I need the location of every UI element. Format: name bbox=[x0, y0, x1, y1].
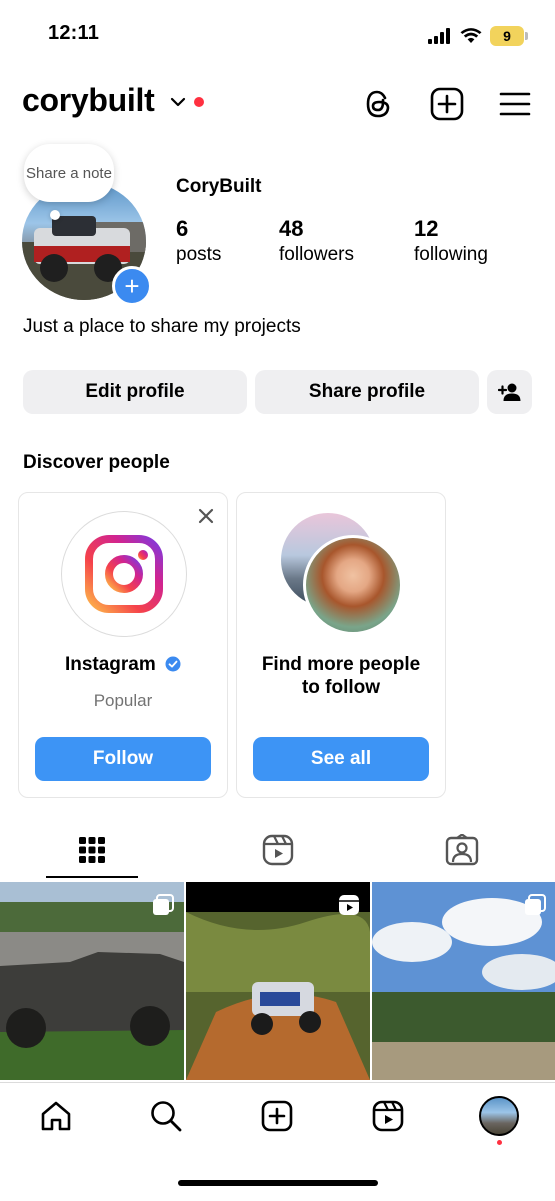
nav-profile[interactable] bbox=[479, 1096, 519, 1136]
threads-icon bbox=[363, 88, 393, 120]
display-name: CoryBuilt bbox=[176, 176, 262, 197]
edit-profile-button[interactable]: Edit profile bbox=[23, 370, 247, 414]
stat-label: followers bbox=[279, 244, 354, 265]
tab-tagged[interactable] bbox=[444, 832, 480, 868]
suggestion-card-see-all: Find more people to follow See all bbox=[236, 492, 446, 798]
plus-square-icon bbox=[430, 87, 464, 121]
verified-badge-icon bbox=[165, 656, 181, 672]
signal-icon bbox=[428, 28, 452, 44]
nav-home[interactable] bbox=[36, 1096, 76, 1136]
see-all-title: Find more people to follow bbox=[261, 654, 421, 698]
note-bubble[interactable]: Share a note bbox=[24, 144, 114, 202]
stat-label: posts bbox=[176, 244, 222, 265]
profile-bio: Just a place to share my projects bbox=[23, 316, 301, 337]
stat-label: following bbox=[414, 244, 488, 265]
discover-people-button[interactable] bbox=[487, 370, 532, 414]
stat-value: 12 bbox=[414, 216, 439, 241]
carousel-icon bbox=[152, 894, 174, 916]
nav-create[interactable] bbox=[257, 1096, 297, 1136]
suggestion-card-instagram: Instagram Popular Follow bbox=[18, 492, 228, 798]
stat-value: 48 bbox=[279, 216, 304, 241]
active-tab-indicator bbox=[46, 876, 138, 878]
hamburger-menu-icon bbox=[499, 91, 531, 117]
profile-avatar-small bbox=[479, 1096, 519, 1136]
suggestion-avatar[interactable] bbox=[61, 511, 187, 637]
close-icon bbox=[197, 507, 215, 525]
see-all-button[interactable]: See all bbox=[253, 737, 429, 781]
home-icon bbox=[39, 1099, 73, 1133]
reel-icon bbox=[338, 894, 360, 916]
dismiss-button[interactable] bbox=[197, 507, 215, 525]
status-icons: 9 bbox=[428, 24, 528, 48]
post-thumbnail[interactable] bbox=[0, 882, 184, 1080]
add-story-button[interactable]: + bbox=[112, 266, 152, 306]
follow-button[interactable]: Follow bbox=[35, 737, 211, 781]
create-button[interactable] bbox=[427, 84, 467, 124]
notification-dot bbox=[497, 1140, 502, 1145]
plus-square-icon bbox=[261, 1100, 293, 1132]
home-indicator bbox=[178, 1180, 378, 1186]
status-time: 12:11 bbox=[48, 22, 100, 44]
post-thumbnail[interactable] bbox=[372, 882, 555, 1080]
threads-button[interactable] bbox=[358, 84, 398, 124]
chevron-down-icon[interactable] bbox=[170, 96, 186, 108]
post-thumbnail[interactable] bbox=[186, 882, 370, 1080]
grid-icon bbox=[78, 836, 106, 864]
suggestion-avatar-front bbox=[303, 535, 403, 635]
stat-value: 6 bbox=[176, 216, 189, 241]
suggestion-name-text: Instagram bbox=[64, 654, 156, 675]
nav-search[interactable] bbox=[146, 1096, 186, 1136]
search-icon bbox=[149, 1099, 183, 1133]
carousel-icon bbox=[524, 894, 546, 916]
instagram-logo-icon bbox=[85, 535, 163, 613]
tab-posts[interactable] bbox=[74, 832, 110, 868]
battery-indicator: 9 bbox=[490, 26, 528, 46]
stat-posts[interactable]: 6 posts bbox=[176, 216, 221, 266]
wifi-icon bbox=[460, 28, 482, 44]
reels-icon bbox=[372, 1100, 404, 1132]
reels-icon bbox=[262, 834, 294, 866]
add-person-icon bbox=[497, 382, 522, 402]
menu-button[interactable] bbox=[495, 84, 535, 124]
stat-followers[interactable]: 48 followers bbox=[279, 216, 354, 266]
discover-people-title: Discover people bbox=[23, 452, 170, 473]
note-bubble-tail bbox=[50, 210, 60, 220]
stat-following[interactable]: 12 following bbox=[414, 216, 488, 266]
suggestion-subtitle: Popular bbox=[93, 691, 153, 710]
plus-icon: + bbox=[124, 271, 140, 301]
suggestion-name: Instagram bbox=[19, 653, 227, 676]
nav-reels[interactable] bbox=[368, 1096, 408, 1136]
tagged-user-icon bbox=[445, 834, 479, 866]
tab-reels[interactable] bbox=[260, 832, 296, 868]
note-text: Share a note bbox=[26, 164, 112, 182]
username-title[interactable]: corybuilt bbox=[22, 82, 155, 119]
notification-dot bbox=[194, 97, 204, 107]
share-profile-button[interactable]: Share profile bbox=[255, 370, 479, 414]
